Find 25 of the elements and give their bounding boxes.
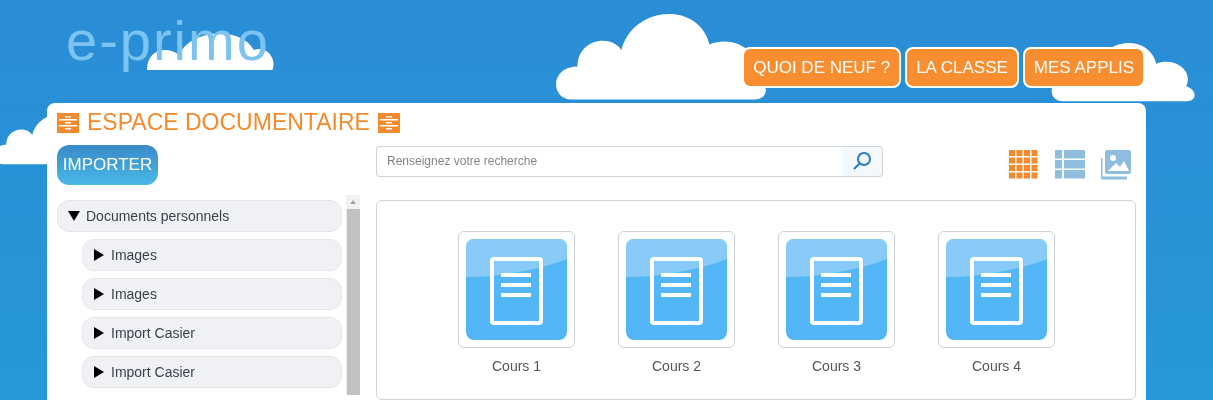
- picture-view-icon[interactable]: [1101, 150, 1131, 180]
- document-icon: [626, 239, 727, 340]
- document-icon: [786, 239, 887, 340]
- document-tile[interactable]: [458, 231, 575, 348]
- folder-item[interactable]: Documents personnels: [57, 200, 342, 232]
- document-tile[interactable]: [778, 231, 895, 348]
- logo: e-primo: [62, 8, 278, 74]
- document-icon: [946, 239, 1047, 340]
- document-tile[interactable]: [618, 231, 735, 348]
- grid-view-icon[interactable]: [1009, 150, 1039, 180]
- folder-item[interactable]: Images: [82, 239, 342, 271]
- list-view-icon[interactable]: [1055, 150, 1085, 180]
- drawer-icon: [57, 112, 79, 133]
- drawer-icon: [377, 112, 400, 133]
- scrollbar[interactable]: [346, 195, 360, 395]
- file-name: Cours 1: [492, 357, 541, 376]
- document-icon: [466, 239, 567, 340]
- file-name: Cours 4: [972, 357, 1021, 376]
- file-name: Cours 2: [652, 357, 701, 376]
- folder-item[interactable]: Images: [82, 278, 342, 310]
- document-tile[interactable]: [938, 231, 1055, 348]
- folder-item[interactable]: Import Casier: [82, 356, 342, 388]
- file-name: Cours 3: [812, 357, 861, 376]
- folder-item[interactable]: Import Casier: [82, 317, 342, 349]
- page-title: ESPACE DOCUMENTAIRE: [87, 108, 370, 138]
